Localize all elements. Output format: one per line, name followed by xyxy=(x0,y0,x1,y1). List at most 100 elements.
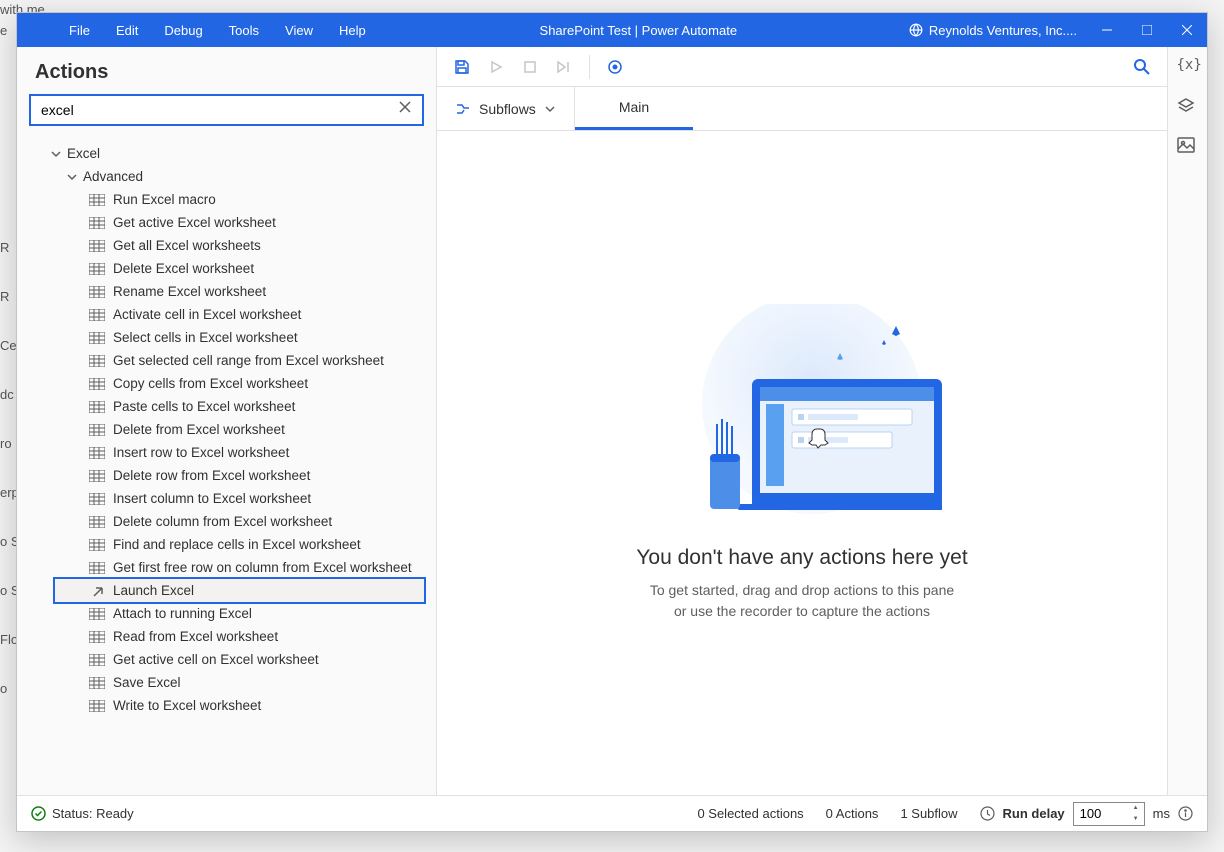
excel-grid-icon xyxy=(89,217,105,229)
excel-grid-icon xyxy=(89,631,105,643)
menu-debug[interactable]: Debug xyxy=(152,17,214,44)
action-item[interactable]: Get active cell on Excel worksheet xyxy=(17,648,436,671)
step-icon xyxy=(556,60,572,74)
subflows-dropdown[interactable]: Subflows xyxy=(437,87,575,130)
excel-grid-icon xyxy=(89,378,105,390)
tab-main[interactable]: Main xyxy=(575,87,693,130)
search-button[interactable] xyxy=(1127,52,1157,82)
tree-group-excel[interactable]: Excel xyxy=(17,142,436,165)
app-window: File Edit Debug Tools View Help SharePoi… xyxy=(16,12,1208,832)
action-item[interactable]: Delete Excel worksheet xyxy=(17,257,436,280)
menu-help[interactable]: Help xyxy=(327,17,378,44)
flow-canvas[interactable]: You don't have any actions here yet To g… xyxy=(437,131,1167,795)
excel-grid-icon xyxy=(89,470,105,482)
group-label: Excel xyxy=(67,146,100,161)
variables-panel-button[interactable]: {x} xyxy=(1177,57,1199,79)
action-label: Get active Excel worksheet xyxy=(113,215,276,230)
action-item[interactable]: Delete column from Excel worksheet xyxy=(17,510,436,533)
action-label: Delete row from Excel worksheet xyxy=(113,468,310,483)
save-button[interactable] xyxy=(447,52,477,82)
menu-tools[interactable]: Tools xyxy=(217,17,271,44)
action-item[interactable]: Insert row to Excel worksheet xyxy=(17,441,436,464)
excel-grid-icon xyxy=(89,493,105,505)
action-item[interactable]: Find and replace cells in Excel workshee… xyxy=(17,533,436,556)
action-item[interactable]: Get first free row on column from Excel … xyxy=(17,556,436,579)
record-button[interactable] xyxy=(600,52,630,82)
close-button[interactable] xyxy=(1167,13,1207,47)
stop-button[interactable] xyxy=(515,52,545,82)
main-area: Subflows Main xyxy=(437,47,1167,795)
action-label: Find and replace cells in Excel workshee… xyxy=(113,537,361,552)
menu-file[interactable]: File xyxy=(57,17,102,44)
action-label: Write to Excel worksheet xyxy=(113,698,261,713)
chevron-down-icon xyxy=(51,149,61,159)
action-label: Paste cells to Excel worksheet xyxy=(113,399,295,414)
action-item[interactable]: Run Excel macro xyxy=(17,188,436,211)
action-label: Read from Excel worksheet xyxy=(113,629,278,644)
excel-grid-icon xyxy=(89,401,105,413)
ui-elements-button[interactable] xyxy=(1177,97,1199,119)
org-name: Reynolds Ventures, Inc.... xyxy=(929,23,1077,38)
status-selected: 0 Selected actions xyxy=(697,806,803,821)
clear-search-button[interactable] xyxy=(398,100,416,118)
ms-label: ms xyxy=(1153,806,1170,821)
excel-grid-icon xyxy=(89,286,105,298)
action-item[interactable]: Get all Excel worksheets xyxy=(17,234,436,257)
app-body: Actions Excel Advanced xyxy=(17,47,1207,795)
clock-icon xyxy=(980,806,995,821)
action-item[interactable]: Get active Excel worksheet xyxy=(17,211,436,234)
save-icon xyxy=(454,59,470,75)
excel-grid-icon xyxy=(89,516,105,528)
excel-grid-icon xyxy=(89,332,105,344)
action-item[interactable]: Rename Excel worksheet xyxy=(17,280,436,303)
images-panel-button[interactable] xyxy=(1177,137,1199,159)
excel-grid-icon xyxy=(89,355,105,367)
window-controls xyxy=(1087,13,1207,47)
empty-state-title: You don't have any actions here yet xyxy=(636,546,967,570)
minimize-button[interactable] xyxy=(1087,13,1127,47)
action-label: Save Excel xyxy=(113,675,181,690)
action-item[interactable]: Read from Excel worksheet xyxy=(17,625,436,648)
action-item[interactable]: Insert column to Excel worksheet xyxy=(17,487,436,510)
excel-grid-icon xyxy=(89,194,105,206)
empty-illustration xyxy=(662,304,942,524)
delay-spinner[interactable]: ▲▼ xyxy=(1128,803,1144,825)
run-delay-label: Run delay xyxy=(1003,806,1065,821)
action-item[interactable]: Copy cells from Excel worksheet xyxy=(17,372,436,395)
launch-icon xyxy=(89,585,105,597)
toolbar-separator xyxy=(589,55,590,79)
action-label: Insert column to Excel worksheet xyxy=(113,491,311,506)
actions-sidebar: Actions Excel Advanced xyxy=(17,47,437,795)
action-item[interactable]: Save Excel xyxy=(17,671,436,694)
subgroup-label: Advanced xyxy=(83,169,143,184)
status-subflows: 1 Subflow xyxy=(900,806,957,821)
action-item[interactable]: Get selected cell range from Excel works… xyxy=(17,349,436,372)
excel-grid-icon xyxy=(89,447,105,459)
search-input[interactable] xyxy=(29,94,424,126)
menu-edit[interactable]: Edit xyxy=(104,17,150,44)
excel-grid-icon xyxy=(89,240,105,252)
excel-grid-icon xyxy=(89,608,105,620)
run-button[interactable] xyxy=(481,52,511,82)
action-item[interactable]: Launch Excel xyxy=(53,577,426,604)
action-item[interactable]: Activate cell in Excel worksheet xyxy=(17,303,436,326)
action-item[interactable]: Delete row from Excel worksheet xyxy=(17,464,436,487)
empty-state-subtitle: To get started, drag and drop actions to… xyxy=(650,580,954,622)
action-label: Delete Excel worksheet xyxy=(113,261,254,276)
action-item[interactable]: Attach to running Excel xyxy=(17,602,436,625)
action-item[interactable]: Select cells in Excel worksheet xyxy=(17,326,436,349)
action-item[interactable]: Paste cells to Excel worksheet xyxy=(17,395,436,418)
action-item[interactable]: Write to Excel worksheet xyxy=(17,694,436,717)
status-bar: Status: Ready 0 Selected actions 0 Actio… xyxy=(17,795,1207,831)
action-label: Attach to running Excel xyxy=(113,606,252,621)
window-title: SharePoint Test | Power Automate xyxy=(378,23,899,38)
info-icon[interactable] xyxy=(1178,806,1193,821)
excel-grid-icon xyxy=(89,424,105,436)
step-button[interactable] xyxy=(549,52,579,82)
menu-view[interactable]: View xyxy=(273,17,325,44)
action-item[interactable]: Delete from Excel worksheet xyxy=(17,418,436,441)
tree-subgroup-advanced[interactable]: Advanced xyxy=(17,165,436,188)
org-selector[interactable]: Reynolds Ventures, Inc.... xyxy=(899,23,1087,38)
maximize-button[interactable] xyxy=(1127,13,1167,47)
right-rail: {x} xyxy=(1167,47,1207,795)
